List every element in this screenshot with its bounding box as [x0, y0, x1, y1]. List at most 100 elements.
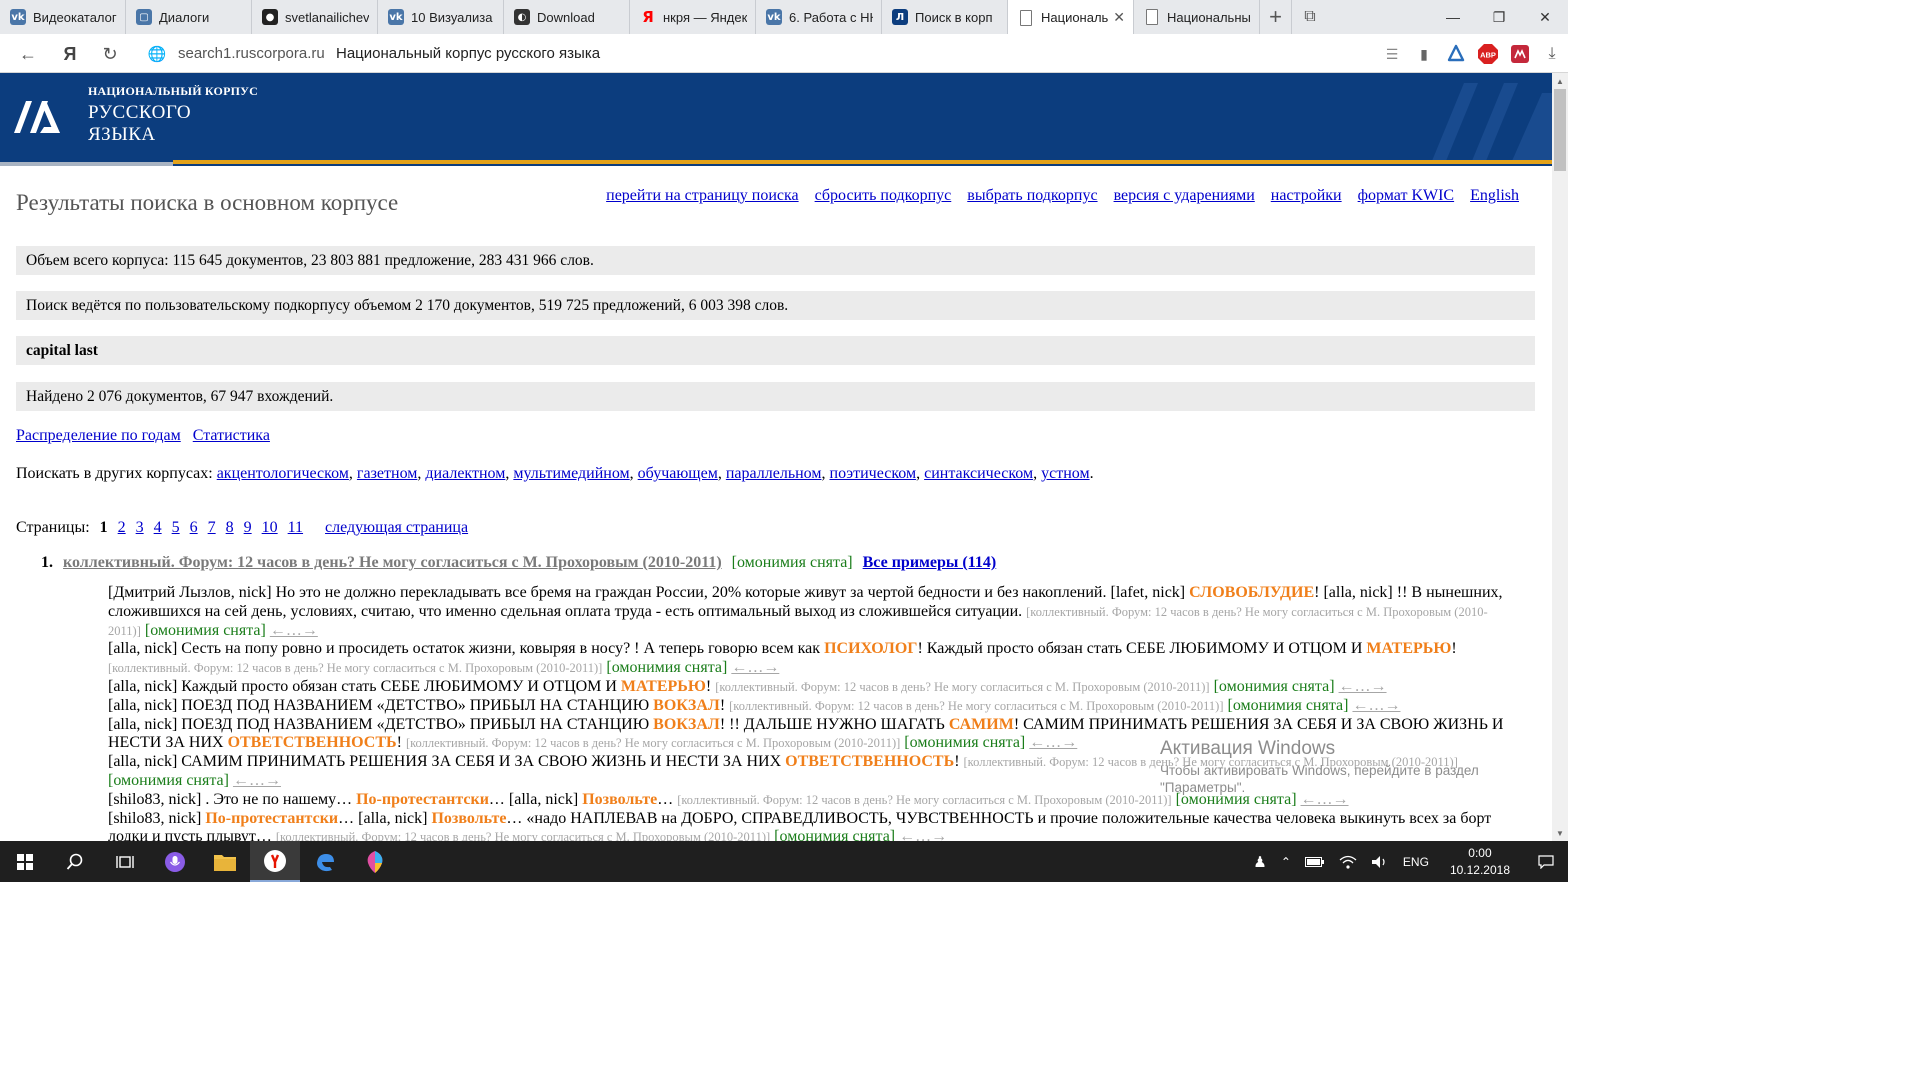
top-link[interactable]: формат KWIC	[1358, 187, 1454, 205]
scroll-up-icon[interactable]: ▲	[1552, 73, 1568, 89]
browser-tab[interactable]: Национальны	[1134, 0, 1260, 34]
homonymy-tag[interactable]: [омонимия снята]	[606, 659, 727, 676]
all-examples-link[interactable]: Все примеры (114)	[863, 554, 997, 572]
corpus-link[interactable]: поэтическом	[830, 465, 917, 482]
homonymy-tag[interactable]: [омонимия снята]	[1214, 678, 1335, 695]
page-link[interactable]: 11	[288, 519, 303, 537]
page-link[interactable]: 5	[172, 519, 180, 537]
new-tab-button[interactable]: +	[1260, 0, 1292, 34]
page-link[interactable]: 10	[262, 519, 278, 537]
browser-tab[interactable]: Национальн ✕	[1008, 0, 1134, 35]
example-source: [коллективный. Форум: 12 часов в день? Н…	[405, 736, 901, 751]
show-hidden-icons-icon[interactable]: ⌃	[1274, 855, 1298, 869]
corpus-link[interactable]: параллельном	[726, 465, 822, 482]
context-expand-link[interactable]: ←…→	[270, 622, 318, 639]
corpus-link[interactable]: диалектном	[425, 465, 505, 482]
browser-tab[interactable]: vk 10 Визуализа	[378, 0, 504, 34]
back-button[interactable]: ←	[16, 42, 40, 66]
page-link[interactable]: 9	[244, 519, 252, 537]
homonymy-tag[interactable]: [омонимия снята]	[145, 622, 266, 639]
wifi-icon[interactable]	[1332, 855, 1364, 869]
reader-mode-icon[interactable]: ☰	[1376, 40, 1408, 68]
top-link[interactable]: сбросить подкорпус	[815, 187, 952, 205]
homonymy-tag[interactable]: [омонимия снята]	[904, 734, 1025, 751]
notifications-icon[interactable]	[1524, 854, 1568, 869]
search-icon[interactable]	[50, 841, 100, 882]
browser-tab[interactable]: vk 6. Работа с НК	[756, 0, 882, 34]
context-expand-link[interactable]: ←…→	[899, 828, 947, 841]
protect-icon[interactable]	[1440, 40, 1472, 68]
volume-icon[interactable]	[1364, 855, 1396, 869]
battery-icon[interactable]	[1298, 856, 1332, 868]
scroll-thumb[interactable]	[1554, 89, 1566, 171]
browser-tab[interactable]: Л Поиск в корп	[882, 0, 1008, 34]
corpus-link[interactable]: синтаксическом	[924, 465, 1033, 482]
page-link[interactable]: 6	[190, 519, 198, 537]
clock[interactable]: 0:00 10.12.2018	[1436, 845, 1524, 879]
file-explorer-icon[interactable]	[200, 841, 250, 882]
corpus-link[interactable]: устном	[1041, 465, 1089, 482]
next-page-link[interactable]: следующая страница	[325, 519, 468, 537]
homonymy-tag[interactable]: [омонимия снята]	[108, 772, 229, 789]
page-link[interactable]: 7	[208, 519, 216, 537]
page-scrollbar[interactable]: ▲ ▼	[1552, 73, 1568, 841]
people-icon[interactable]: ♟	[1246, 853, 1273, 871]
context-expand-link[interactable]: ←…→	[731, 659, 779, 676]
download-site-icon: ◐	[514, 9, 530, 25]
page-link[interactable]: 8	[226, 519, 234, 537]
extension-icon[interactable]	[1504, 40, 1536, 68]
restore-button[interactable]: ❐	[1476, 0, 1522, 34]
corpus-link[interactable]: акцентологическом	[217, 465, 349, 482]
edge-icon[interactable]	[300, 841, 350, 882]
downloads-icon[interactable]: ⤓	[1536, 40, 1568, 68]
context-expand-link[interactable]: ←…→	[1339, 678, 1387, 695]
stat-link[interactable]: Распределение по годам	[16, 427, 181, 445]
top-link[interactable]: настройки	[1271, 187, 1342, 205]
stat-link[interactable]: Статистика	[193, 427, 270, 445]
ruscorpora-logo-icon[interactable]	[10, 87, 68, 143]
close-tab-icon[interactable]: ✕	[1113, 9, 1125, 26]
scroll-down-icon[interactable]: ▼	[1552, 825, 1568, 841]
context-expand-link[interactable]: ←…→	[1352, 697, 1400, 714]
task-view-icon[interactable]	[100, 841, 150, 882]
top-link[interactable]: версия с ударениями	[1114, 187, 1255, 205]
page-link[interactable]: 2	[118, 519, 126, 537]
adblock-icon[interactable]: ABP	[1472, 40, 1504, 68]
tab-manager-icon[interactable]: ⧉	[1292, 0, 1328, 34]
page-link[interactable]: 3	[136, 519, 144, 537]
browser-tab[interactable]: ▢ Диалоги	[126, 0, 252, 34]
close-window-button[interactable]: ✕	[1522, 0, 1568, 34]
url-host[interactable]: search1.ruscorpora.ru	[178, 45, 325, 62]
globe-icon[interactable]: 🌐	[145, 42, 169, 66]
top-link[interactable]: перейти на страницу поиска	[606, 187, 798, 205]
bookmark-icon[interactable]: ▮	[1408, 40, 1440, 68]
start-button[interactable]	[0, 841, 50, 882]
corpus-link[interactable]: обучающем	[638, 465, 718, 482]
browser-tab[interactable]: ● svetlanailichev	[252, 0, 378, 34]
corpus-link[interactable]: мультимедийном	[513, 465, 629, 482]
url-page-title[interactable]: Национальный корпус русского языка	[336, 45, 600, 62]
browser-tab[interactable]: Янкря — Яндекс	[630, 0, 756, 34]
context-expand-link[interactable]: ←…→	[1029, 734, 1077, 751]
browser-tab[interactable]: vk Видеокаталог	[0, 0, 126, 34]
cortana-mic-icon[interactable]	[150, 841, 200, 882]
minimize-button[interactable]: —	[1430, 0, 1476, 34]
homonymy-link[interactable]: [омонимия снята]	[732, 554, 853, 572]
document-number: 1.	[41, 554, 53, 571]
yandex-home-icon[interactable]: Я	[58, 42, 82, 66]
homonymy-tag[interactable]: [омонимия снята]	[774, 828, 895, 841]
corpus-link[interactable]: газетном	[357, 465, 417, 482]
homonymy-tag[interactable]: [омонимия снята]	[1228, 697, 1349, 714]
top-link[interactable]: выбрать подкорпус	[967, 187, 1097, 205]
top-link[interactable]: English	[1470, 187, 1519, 205]
context-expand-link[interactable]: ←…→	[233, 772, 281, 789]
example-source: [коллективный. Форум: 12 часов в день? Н…	[275, 830, 771, 841]
browser-tab[interactable]: ◐ Download	[504, 0, 630, 34]
language-indicator[interactable]: ENG	[1396, 855, 1436, 869]
page-link[interactable]: 4	[154, 519, 162, 537]
reload-button[interactable]: ↻	[98, 42, 122, 66]
stat-links: Распределение по годам Статистика	[16, 427, 270, 445]
document-title-link[interactable]: коллективный. Форум: 12 часов в день? Не…	[63, 554, 722, 572]
paint3d-icon[interactable]	[350, 841, 400, 882]
yandex-browser-taskbar-icon[interactable]	[250, 841, 300, 882]
